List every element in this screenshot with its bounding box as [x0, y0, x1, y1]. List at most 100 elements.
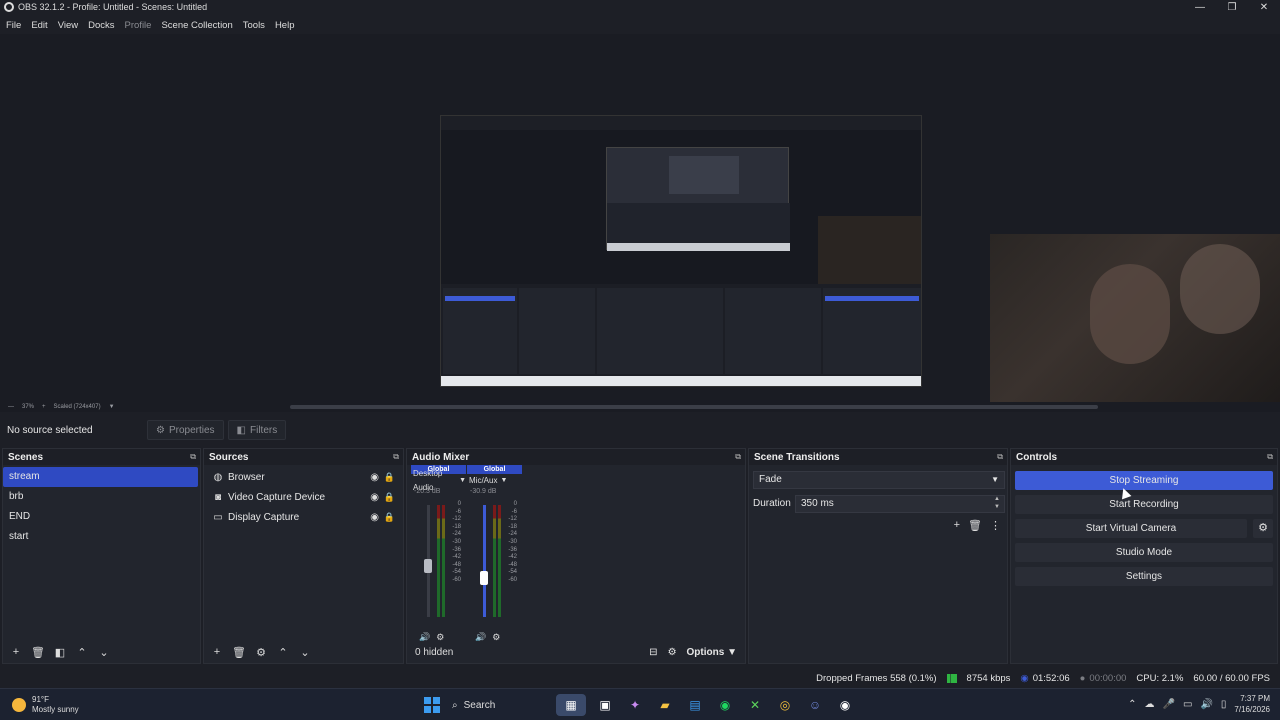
source-item-display-capture[interactable]: ▭ Display Capture ◉ 🔒 [204, 507, 403, 527]
record-time: 00:00:00 [1089, 672, 1127, 684]
xbox-icon[interactable]: ✕ [744, 694, 766, 716]
scene-item[interactable]: start [3, 527, 200, 547]
globe-icon: ◍ [213, 471, 223, 483]
audio-mixer-dock: Audio Mixer ⧉ Global Desktop Audio ▼ -20.… [406, 448, 746, 664]
source-properties-button[interactable]: ⚙ [252, 643, 270, 661]
db-scale: 0 -6 -12 -18 -24 -30 -36 -42 -48 -54 -60 [452, 501, 461, 583]
source-item-video-capture[interactable]: ◙ Video Capture Device ◉ 🔒 [204, 487, 403, 507]
scene-item[interactable]: stream [3, 467, 198, 487]
undock-icon[interactable]: ⧉ [735, 452, 741, 462]
start-virtual-camera-button[interactable]: Start Virtual Camera [1015, 519, 1247, 538]
scene-item[interactable]: brb [3, 487, 200, 507]
close-button[interactable]: ✕ [1248, 0, 1280, 14]
visibility-icon[interactable]: ◉ [370, 472, 379, 483]
network-icon[interactable]: ▭ [1183, 699, 1192, 710]
visibility-icon[interactable]: ◉ [370, 512, 379, 523]
dropped-frames: Dropped Frames 558 (0.1%) [816, 672, 937, 684]
add-transition-button[interactable]: + [954, 519, 960, 532]
minimize-button[interactable]: — [1184, 0, 1216, 14]
preview-canvas[interactable] [0, 34, 1280, 402]
volume-fader[interactable] [483, 505, 486, 617]
chrome-icon[interactable]: ◎ [774, 694, 796, 716]
menu-edit[interactable]: Edit [31, 20, 47, 31]
cloud-icon[interactable]: ☁ [1145, 699, 1155, 710]
level-meter [493, 505, 496, 617]
spinner-icon[interactable]: ▲ ▼ [994, 495, 1000, 511]
lock-icon[interactable]: 🔒 [384, 492, 395, 503]
menu-tools[interactable]: Tools [243, 20, 265, 31]
widgets-icon[interactable]: ▦ [556, 694, 586, 716]
sources-dock: Sources ⧉ ◍ Browser ◉ 🔒 ◙ Video Capture … [203, 448, 404, 664]
battery-icon[interactable]: ▯ [1221, 699, 1227, 710]
tray-chevron-icon[interactable]: ⌃ [1128, 699, 1136, 710]
scene-item[interactable]: END [3, 507, 200, 527]
add-source-button[interactable]: + [208, 643, 226, 661]
preview-scrollbar[interactable] [290, 405, 1098, 409]
layout-icon[interactable]: ⊟ [649, 647, 657, 658]
menu-help[interactable]: Help [275, 20, 295, 31]
weather-condition: Mostly sunny [32, 705, 79, 714]
settings-button[interactable]: Settings [1015, 567, 1273, 586]
window-controls: — ❐ ✕ [1184, 0, 1280, 14]
properties-button[interactable]: ⚙ Properties [147, 420, 224, 440]
move-down-button[interactable]: ⌄ [95, 643, 113, 661]
scene-transitions-dock: Scene Transitions ⧉ Fade ▼ Duration 350 … [748, 448, 1008, 664]
undock-icon[interactable]: ⧉ [393, 452, 399, 462]
discord-icon[interactable]: ☺ [804, 694, 826, 716]
taskbar-search[interactable]: ⌕ Search [448, 693, 548, 717]
menu-file[interactable]: File [6, 20, 21, 31]
mic-icon[interactable]: 🎤 [1163, 699, 1175, 710]
sun-icon [12, 698, 26, 712]
lock-icon[interactable]: 🔒 [384, 512, 395, 523]
transition-select[interactable]: Fade ▼ [753, 471, 1005, 489]
stop-streaming-button[interactable]: Stop Streaming [1015, 471, 1273, 490]
task-view-icon[interactable]: ▣ [594, 694, 616, 716]
copilot-icon[interactable]: ✦ [624, 694, 646, 716]
visibility-icon[interactable]: ◉ [370, 492, 379, 503]
source-item-browser[interactable]: ◍ Browser ◉ 🔒 [204, 467, 403, 487]
spotify-icon[interactable]: ◉ [714, 694, 736, 716]
menu-view[interactable]: View [58, 20, 78, 31]
level-meter [442, 505, 445, 617]
fader-knob[interactable] [424, 559, 432, 573]
channel-name[interactable]: Mic/Aux ▼ [467, 474, 522, 488]
bitrate: 8754 kbps [966, 672, 1011, 684]
menu-docks[interactable]: Docks [88, 20, 114, 31]
chevron-down-icon[interactable]: ▼ [109, 404, 115, 410]
duration-input[interactable]: 350 ms ▲ ▼ [795, 495, 1005, 513]
filters-button[interactable]: ◧ Filters [227, 420, 287, 440]
studio-mode-button[interactable]: Studio Mode [1015, 543, 1273, 562]
undock-icon[interactable]: ⧉ [1267, 452, 1273, 462]
move-up-button[interactable]: ⌃ [73, 643, 91, 661]
controls-dock: Controls ⧉ Stop Streaming Start Recordin… [1010, 448, 1278, 664]
virtual-camera-settings-button[interactable]: ⚙ [1253, 519, 1273, 538]
move-up-button[interactable]: ⌃ [274, 643, 292, 661]
menu-scene-collection[interactable]: Scene Collection [161, 20, 232, 31]
obs-taskbar-icon[interactable]: ◉ [834, 694, 856, 716]
lock-icon[interactable]: 🔒 [384, 472, 395, 483]
mixer-options-button[interactable]: Options ▼ [687, 647, 737, 658]
maximize-button[interactable]: ❐ [1216, 0, 1248, 14]
move-down-button[interactable]: ⌄ [296, 643, 314, 661]
undock-icon[interactable]: ⧉ [190, 452, 196, 462]
menu-profile[interactable]: Profile [125, 20, 152, 31]
weather-widget[interactable]: 91°F Mostly sunny [12, 695, 79, 715]
remove-transition-button[interactable]: 🗑 [968, 519, 982, 532]
add-scene-button[interactable]: + [7, 643, 25, 661]
store-icon[interactable]: ▤ [684, 694, 706, 716]
fader-knob[interactable] [480, 571, 488, 585]
remove-scene-button[interactable]: 🗑 [29, 643, 47, 661]
zoom-out-button[interactable]: — [8, 404, 14, 410]
windows-start-icon[interactable] [424, 697, 440, 713]
scene-filters-button[interactable]: ◧ [51, 643, 69, 661]
start-recording-button[interactable]: Start Recording [1015, 495, 1273, 514]
volume-icon[interactable]: 🔊 [1200, 699, 1212, 710]
channel-name[interactable]: Desktop Audio ▼ [411, 469, 466, 492]
undock-icon[interactable]: ⧉ [997, 452, 1003, 462]
file-explorer-icon[interactable]: ▰ [654, 694, 676, 716]
advanced-audio-icon[interactable]: ⚙ [668, 647, 677, 658]
transition-menu-button[interactable]: ⋮ [990, 519, 1001, 532]
clock[interactable]: 7:37 PM 7/16/2026 [1234, 693, 1270, 715]
remove-source-button[interactable]: 🗑 [230, 643, 248, 661]
zoom-in-button[interactable]: + [42, 404, 46, 410]
